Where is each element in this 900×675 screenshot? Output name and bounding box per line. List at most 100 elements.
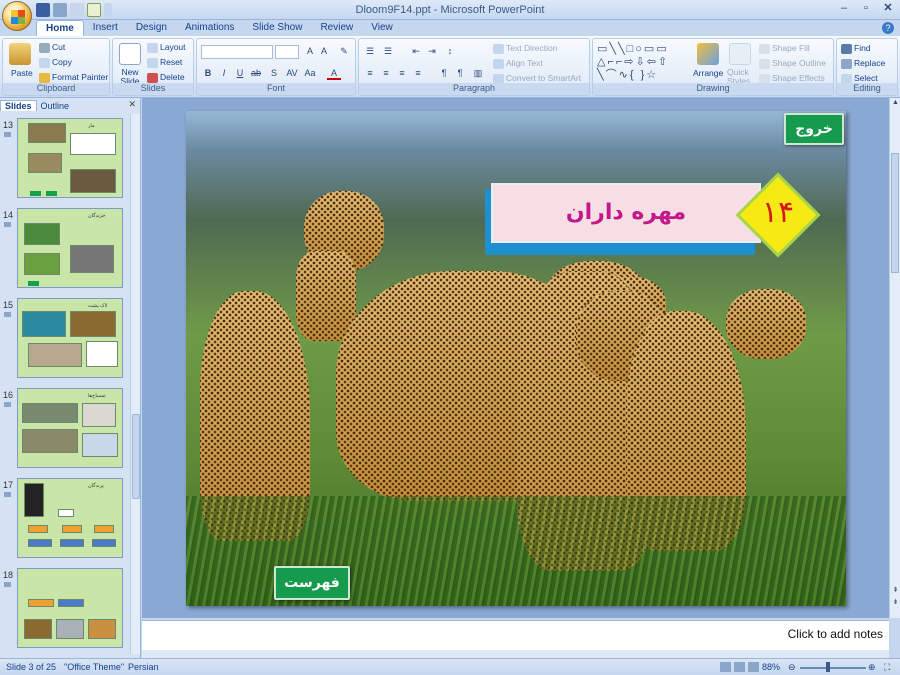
align-right-icon[interactable]: ≡ xyxy=(395,67,409,80)
underline-icon[interactable]: U xyxy=(233,67,247,80)
bullets-icon[interactable]: ☰ xyxy=(363,45,377,58)
scroll-up-icon[interactable]: ▲ xyxy=(891,99,900,108)
text-direction-button[interactable]: Text Direction xyxy=(493,43,558,54)
zoom-out-icon[interactable]: ⊖ xyxy=(788,662,796,673)
find-button[interactable]: Find xyxy=(841,43,871,54)
columns-icon[interactable]: ▥ xyxy=(471,67,485,80)
slide-sorter-icon[interactable] xyxy=(734,662,745,672)
align-center-icon[interactable]: ≡ xyxy=(379,67,393,80)
help-icon[interactable]: ? xyxy=(882,22,894,34)
cut-button[interactable]: Cut xyxy=(39,42,65,53)
tab-animations[interactable]: Animations xyxy=(176,20,243,37)
slide-thumbnail[interactable]: تمساح‌ها xyxy=(17,388,123,468)
thumbnail-row[interactable]: 14 خزندگان xyxy=(0,208,128,292)
thumbnail-scrollbar[interactable] xyxy=(130,114,140,654)
thumbnail-row[interactable]: 15 لاک پشت xyxy=(0,298,128,382)
qat-dropdown-icon[interactable] xyxy=(104,3,112,17)
shrink-font-icon[interactable]: A xyxy=(317,45,331,58)
slide-thumbnail[interactable]: پرندگان xyxy=(17,478,123,558)
horizontal-scrollbar[interactable] xyxy=(142,650,889,658)
decrease-indent-icon[interactable]: ⇤ xyxy=(409,45,423,58)
office-button[interactable] xyxy=(2,1,32,31)
zoom-in-icon[interactable]: ⊕ xyxy=(868,662,876,673)
change-case-icon[interactable]: Aa xyxy=(303,67,317,80)
undo-icon[interactable] xyxy=(53,3,67,17)
zoom-slider[interactable] xyxy=(800,667,866,669)
italic-icon[interactable]: I xyxy=(217,67,231,80)
grow-font-icon[interactable]: A xyxy=(303,45,317,58)
tab-review[interactable]: Review xyxy=(311,20,362,37)
tab-outline[interactable]: Outline xyxy=(37,101,74,111)
notes-pane[interactable]: Click to add notes xyxy=(142,620,889,650)
align-left-icon[interactable]: ≡ xyxy=(363,67,377,80)
zoom-level[interactable]: 88% xyxy=(762,662,780,672)
slide-thumbnail[interactable]: خزندگان xyxy=(17,208,123,288)
arrange-icon[interactable] xyxy=(697,43,719,65)
slide-title[interactable]: مهره داران xyxy=(491,183,761,243)
slide-thumbnail[interactable]: لاک پشت xyxy=(17,298,123,378)
increase-indent-icon[interactable]: ⇥ xyxy=(425,45,439,58)
paste-button[interactable]: Paste xyxy=(11,68,33,78)
fit-to-window-icon[interactable]: ⛶ xyxy=(884,662,890,673)
font-size-combo[interactable] xyxy=(275,45,299,59)
thumbnail-row[interactable]: 16 تمساح‌ها xyxy=(0,388,128,472)
panel-close-icon[interactable]: ✕ xyxy=(128,99,136,110)
tab-view[interactable]: View xyxy=(362,20,402,37)
ltr-icon[interactable]: ¶ xyxy=(453,67,467,80)
slide-canvas[interactable]: خروج مهره داران ۱۴ فهرست xyxy=(186,111,846,606)
char-spacing-icon[interactable]: AV xyxy=(285,67,299,80)
strikethrough-icon[interactable]: ab xyxy=(249,67,263,80)
font-color-icon[interactable]: A xyxy=(327,67,341,80)
scrollbar-thumb[interactable] xyxy=(891,153,899,273)
bold-icon[interactable]: B xyxy=(201,67,215,80)
justify-icon[interactable]: ≡ xyxy=(411,67,425,80)
tab-insert[interactable]: Insert xyxy=(84,20,127,37)
next-slide-icon[interactable]: ⇟ xyxy=(891,598,900,607)
index-button[interactable]: فهرست xyxy=(274,566,350,600)
shadow-icon[interactable]: S xyxy=(267,67,281,80)
save-icon[interactable] xyxy=(36,3,50,17)
prev-slide-icon[interactable]: ⇞ xyxy=(891,586,900,595)
quick-styles-icon[interactable] xyxy=(729,43,751,65)
thumbnail-row[interactable]: 17 پرندگان xyxy=(0,478,128,562)
slideshow-view-icon[interactable] xyxy=(748,662,759,672)
zoom-slider-thumb[interactable] xyxy=(826,662,830,672)
slide-thumbnail[interactable] xyxy=(17,568,123,648)
normal-view-icon[interactable] xyxy=(720,662,731,672)
numbering-icon[interactable]: ☰ xyxy=(381,45,395,58)
layout-button[interactable]: Layout xyxy=(147,42,186,53)
line-spacing-icon[interactable]: ↕ xyxy=(443,45,457,58)
thumbnail-row[interactable]: 18 xyxy=(0,568,128,652)
arrange-button[interactable]: Arrange xyxy=(693,68,723,78)
tab-home[interactable]: Home xyxy=(36,20,84,37)
exit-button[interactable]: خروج xyxy=(784,113,844,145)
scrollbar-thumb[interactable] xyxy=(132,414,140,499)
align-text-button[interactable]: Align Text xyxy=(493,58,543,69)
paste-icon[interactable] xyxy=(9,43,31,65)
reset-button[interactable]: Reset xyxy=(147,57,182,68)
replace-button[interactable]: Replace xyxy=(841,58,885,69)
redo-icon[interactable] xyxy=(70,3,84,17)
language-status[interactable]: Persian xyxy=(128,662,159,672)
vertical-scrollbar[interactable]: ▲ ⇞ ⇟ xyxy=(889,98,900,618)
format-painter-button[interactable]: Format Painter xyxy=(39,72,108,83)
copy-button[interactable]: Copy xyxy=(39,57,72,68)
close-icon[interactable]: ✕ xyxy=(880,2,896,16)
font-family-combo[interactable] xyxy=(201,45,273,59)
shapes-gallery[interactable]: ▭╲╲□○▭▭ △⌐⌐⇨⇩⇦⇧ ╲⌒∿{ }☆ xyxy=(597,43,685,83)
slideshow-icon[interactable] xyxy=(87,3,101,17)
tab-slides[interactable]: Slides xyxy=(0,100,37,111)
rtl-icon[interactable]: ¶ xyxy=(437,67,451,80)
shape-fill-button[interactable]: Shape Fill xyxy=(759,43,810,54)
maximize-icon[interactable]: ▫ xyxy=(858,2,874,16)
slide-number-badge[interactable]: ۱۴ xyxy=(735,172,821,258)
thumbnail-row[interactable]: 13 مار xyxy=(0,118,128,202)
slide-thumbnail[interactable]: مار xyxy=(17,118,123,198)
new-slide-icon[interactable] xyxy=(119,43,141,65)
minimize-icon[interactable]: – xyxy=(836,2,852,16)
tab-slide-show[interactable]: Slide Show xyxy=(243,20,311,37)
shape-outline-button[interactable]: Shape Outline xyxy=(759,58,826,69)
delete-button[interactable]: Delete xyxy=(147,72,185,83)
tab-design[interactable]: Design xyxy=(127,20,176,37)
clear-format-icon[interactable]: ✎ xyxy=(337,45,351,58)
